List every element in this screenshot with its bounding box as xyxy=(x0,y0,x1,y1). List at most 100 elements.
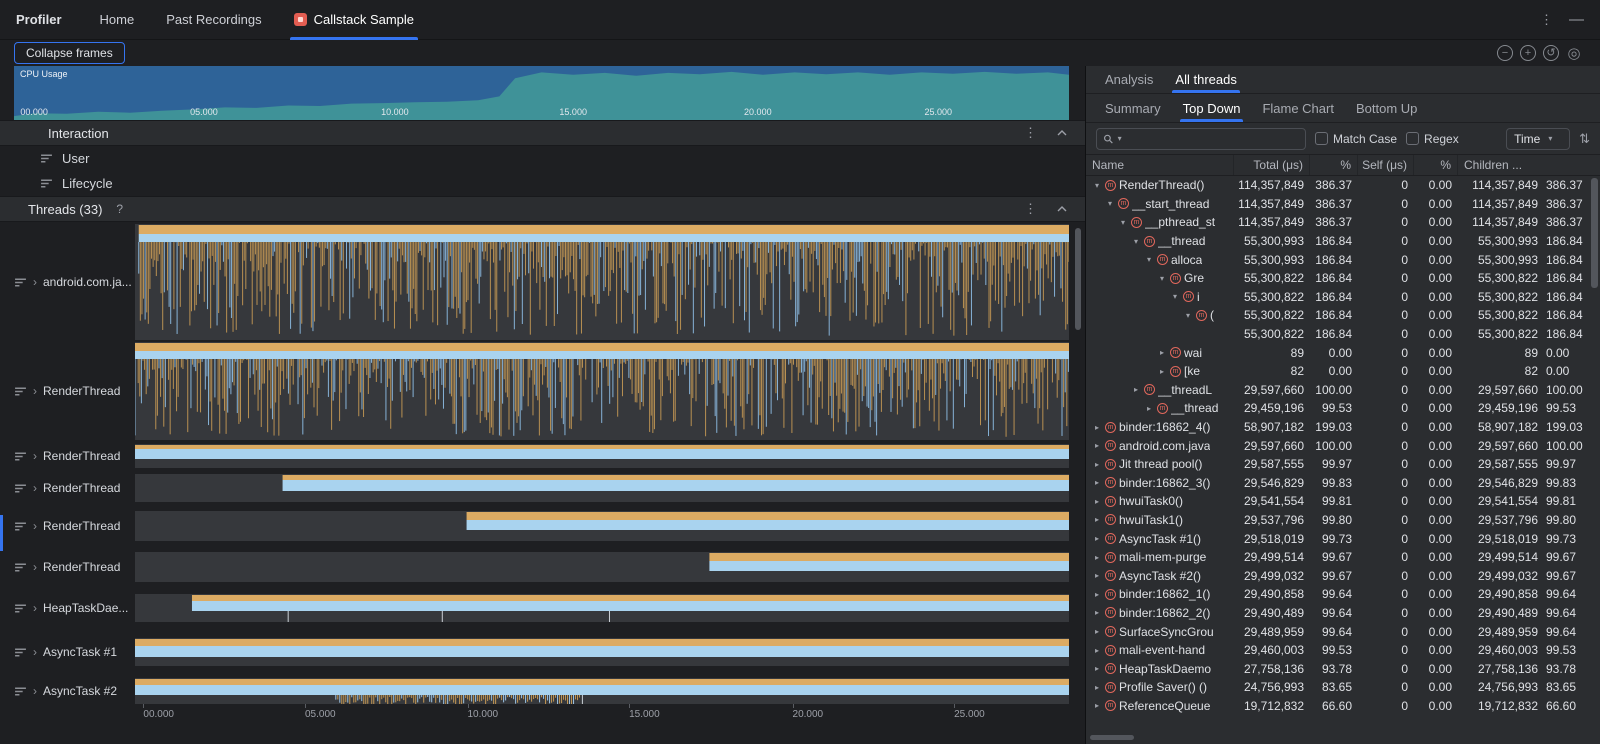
interaction-kebab-icon[interactable]: ⋮ xyxy=(1024,125,1037,141)
column-self-pct[interactable]: % xyxy=(1414,155,1458,175)
thread-row[interactable]: ›RenderThread xyxy=(0,511,1085,541)
table-vertical-scrollbar[interactable] xyxy=(1591,178,1598,288)
chevron-right-icon[interactable]: ▸ xyxy=(1092,627,1102,636)
tab-top-down[interactable]: Top Down xyxy=(1172,94,1252,122)
thread-trace[interactable] xyxy=(135,444,1069,468)
chevron-right-icon[interactable]: ▸ xyxy=(1144,404,1154,413)
collapse-frames-button[interactable]: Collapse frames xyxy=(14,42,125,64)
thread-trace[interactable] xyxy=(135,342,1069,440)
thread-label[interactable]: ›AsyncTask #1 xyxy=(0,638,135,666)
tree-row[interactable]: ▸mbinder:16862_1()29,490,85899.6400.0029… xyxy=(1086,585,1600,604)
tree-row[interactable]: ▸mSurfaceSyncGrou29,489,95999.6400.0029,… xyxy=(1086,622,1600,641)
tree-row[interactable]: ▸mmali-event-hand29,460,00399.5300.0029,… xyxy=(1086,641,1600,660)
thread-row[interactable]: ›RenderThread xyxy=(0,474,1085,502)
expand-chevron-icon[interactable]: › xyxy=(33,449,37,463)
tree-row[interactable]: ▾mRenderThread()114,357,849386.3700.0011… xyxy=(1086,176,1600,195)
thread-label[interactable]: ›RenderThread xyxy=(0,552,135,582)
column-total-pct[interactable]: % xyxy=(1310,155,1358,175)
tree-row[interactable]: ▸mAsyncTask #1()29,518,01999.7300.0029,5… xyxy=(1086,529,1600,548)
chevron-right-icon[interactable]: ▸ xyxy=(1092,441,1102,450)
minimize-icon[interactable]: — xyxy=(1569,11,1584,28)
tab-analysis[interactable]: Analysis xyxy=(1094,66,1164,93)
expand-chevron-icon[interactable]: › xyxy=(33,645,37,659)
thread-trace[interactable] xyxy=(135,474,1069,502)
tree-row[interactable]: ▸mhwuiTask1()29,537,79699.8000.0029,537,… xyxy=(1086,511,1600,530)
thread-trace[interactable] xyxy=(135,552,1069,582)
chevron-down-icon[interactable]: ▾ xyxy=(1170,292,1180,301)
interaction-row-lifecycle[interactable]: Lifecycle xyxy=(0,171,1085,196)
tree-row[interactable]: ▾mi55,300,822186.8400.0055,300,822186.84 xyxy=(1086,288,1600,307)
collapse-section-icon[interactable] xyxy=(1057,129,1067,137)
thread-row[interactable]: ›AsyncTask #1 xyxy=(0,638,1085,666)
thread-label[interactable]: ›android.com.ja... xyxy=(0,224,135,340)
interaction-section-header[interactable]: Interaction ⋮ xyxy=(0,120,1085,146)
sort-order-icon[interactable]: ⇅ xyxy=(1579,131,1590,147)
expand-chevron-icon[interactable]: › xyxy=(33,384,37,398)
thread-label[interactable]: ›RenderThread xyxy=(0,342,135,440)
expand-chevron-icon[interactable]: › xyxy=(33,481,37,495)
tree-row[interactable]: ▸mwai890.0000.00890.00 xyxy=(1086,343,1600,362)
column-self[interactable]: Self (μs) xyxy=(1358,155,1414,175)
thread-trace[interactable] xyxy=(135,511,1069,541)
thread-trace[interactable] xyxy=(135,224,1069,340)
thread-row[interactable]: ›RenderThread xyxy=(0,552,1085,582)
tab-bottom-up[interactable]: Bottom Up xyxy=(1345,94,1428,122)
thread-row[interactable]: ›AsyncTask #2 xyxy=(0,678,1085,704)
thread-label[interactable]: ›HeapTaskDae... xyxy=(0,594,135,622)
chevron-down-icon[interactable]: ▾ xyxy=(1157,274,1167,283)
tree-row[interactable]: ▸mbinder:16862_2()29,490,48999.6400.0029… xyxy=(1086,604,1600,623)
tree-row[interactable]: ▸mmali-mem-purge29,499,51499.6700.0029,4… xyxy=(1086,548,1600,567)
expand-chevron-icon[interactable]: › xyxy=(33,684,37,698)
thread-label[interactable]: ›RenderThread xyxy=(0,511,135,541)
thread-label[interactable]: ›RenderThread xyxy=(0,444,135,468)
tree-row[interactable]: ▸m[ke820.0000.00820.00 xyxy=(1086,362,1600,381)
thread-label[interactable]: ›RenderThread xyxy=(0,474,135,502)
chevron-right-icon[interactable]: ▸ xyxy=(1092,515,1102,524)
tree-row[interactable]: ▾m__start_thread114,357,849386.3700.0011… xyxy=(1086,195,1600,214)
tree-row[interactable]: ▾malloca55,300,993186.8400.0055,300,9931… xyxy=(1086,250,1600,269)
tree-row[interactable]: ▸mbinder:16862_4()58,907,182199.0300.005… xyxy=(1086,418,1600,437)
expand-chevron-icon[interactable]: › xyxy=(33,601,37,615)
search-box[interactable]: ▾ xyxy=(1096,128,1306,150)
thread-row[interactable]: ›HeapTaskDae... xyxy=(0,594,1085,622)
chevron-right-icon[interactable]: ▸ xyxy=(1092,590,1102,599)
chevron-down-icon[interactable]: ▾ xyxy=(1118,218,1128,227)
chevron-down-icon[interactable]: ▾ xyxy=(1131,237,1141,246)
tab-summary[interactable]: Summary xyxy=(1094,94,1172,122)
tree-row[interactable]: ▸m__threadL29,597,660100.0000.0029,597,6… xyxy=(1086,381,1600,400)
regex-checkbox[interactable] xyxy=(1406,132,1419,145)
chevron-right-icon[interactable]: ▸ xyxy=(1092,664,1102,673)
chevron-right-icon[interactable]: ▸ xyxy=(1092,683,1102,692)
chevron-right-icon[interactable]: ▸ xyxy=(1092,553,1102,562)
vertical-scrollbar[interactable] xyxy=(1075,228,1081,330)
tree-row[interactable]: ▸m__thread29,459,19699.5300.0029,459,196… xyxy=(1086,399,1600,418)
tree-row[interactable]: ▾m__thread55,300,993186.8400.0055,300,99… xyxy=(1086,232,1600,251)
tab-home[interactable]: Home xyxy=(86,0,149,40)
chevron-right-icon[interactable]: ▸ xyxy=(1092,423,1102,432)
chevron-right-icon[interactable]: ▸ xyxy=(1092,460,1102,469)
thread-row[interactable]: ›android.com.ja... xyxy=(0,224,1085,340)
threads-kebab-icon[interactable]: ⋮ xyxy=(1024,201,1037,217)
tree-row[interactable]: ▸mJit thread pool()29,587,55599.9700.002… xyxy=(1086,455,1600,474)
column-children[interactable]: Children ... xyxy=(1458,155,1600,175)
expand-chevron-icon[interactable]: › xyxy=(33,560,37,574)
cpu-usage-chart[interactable]: CPU Usage 00.00005.00010.00015.00020.000… xyxy=(14,66,1069,120)
chevron-right-icon[interactable]: ▸ xyxy=(1092,608,1102,617)
tree-row[interactable]: ▸mProfile Saver() ()24,756,99383.6500.00… xyxy=(1086,678,1600,697)
tree-row[interactable]: ▾m(55,300,822186.8400.0055,300,822186.84 xyxy=(1086,306,1600,325)
thread-trace[interactable] xyxy=(135,678,1069,704)
threads-section-header[interactable]: Threads (33) ? ⋮ xyxy=(0,196,1085,222)
chevron-down-icon[interactable]: ▾ xyxy=(1144,255,1154,264)
chevron-down-icon[interactable]: ▾ xyxy=(1092,181,1102,190)
expand-chevron-icon[interactable]: › xyxy=(33,275,37,289)
thread-row[interactable]: ›RenderThread xyxy=(0,444,1085,468)
tab-callstack-sample[interactable]: Callstack Sample xyxy=(280,0,428,40)
help-icon[interactable]: ? xyxy=(116,202,123,216)
chevron-right-icon[interactable]: ▸ xyxy=(1131,385,1141,394)
match-case-checkbox[interactable] xyxy=(1315,132,1328,145)
tree-row[interactable]: ▸mhwuiTask0()29,541,55499.8100.0029,541,… xyxy=(1086,492,1600,511)
tree-row[interactable]: ▸mandroid.com.java29,597,660100.0000.002… xyxy=(1086,436,1600,455)
chevron-right-icon[interactable]: ▸ xyxy=(1092,497,1102,506)
time-dropdown[interactable]: Time ▾ xyxy=(1506,128,1570,150)
expand-chevron-icon[interactable]: › xyxy=(33,519,37,533)
